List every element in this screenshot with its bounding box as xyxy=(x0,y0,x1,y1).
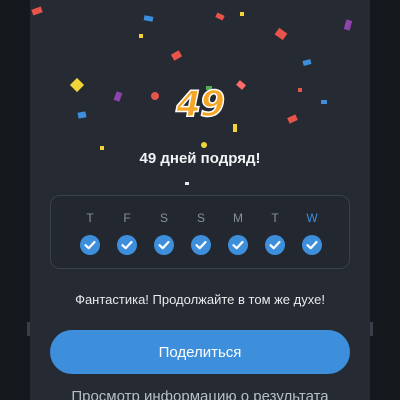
share-button[interactable]: Поделиться xyxy=(50,330,350,374)
confetti-piece xyxy=(139,34,143,38)
checkmark-icon xyxy=(154,235,174,255)
day-saturday: S xyxy=(149,196,179,270)
day-tuesday: T xyxy=(75,196,105,270)
streak-count: 49 xyxy=(175,83,226,126)
confetti-piece xyxy=(170,50,183,61)
confetti-piece xyxy=(302,59,312,66)
device-edge-right xyxy=(370,322,373,336)
day-label-current: W xyxy=(306,211,318,225)
confetti-piece xyxy=(185,182,189,185)
checkmark-icon xyxy=(117,235,137,255)
confetti-piece xyxy=(274,27,288,41)
checkmark-icon xyxy=(228,235,248,255)
day-monday: M xyxy=(223,196,253,270)
day-label: M xyxy=(233,211,243,225)
view-results-link[interactable]: Просмотр информацию о результата xyxy=(30,388,370,400)
confetti-piece xyxy=(343,19,353,31)
day-friday: F xyxy=(112,196,142,270)
day-label: T xyxy=(271,211,279,225)
streak-title: 49 дней подряд! xyxy=(139,150,261,167)
encouragement-message: Фантастика! Продолжайте в том же духе! xyxy=(75,292,325,307)
confetti-piece xyxy=(215,12,225,21)
confetti-piece xyxy=(233,124,237,132)
streak-celebration-screen: 49 49 дней подряд! T F S S M T W Фантаст… xyxy=(30,0,370,400)
day-label: S xyxy=(159,211,168,225)
checkmark-icon xyxy=(265,235,285,255)
confetti-piece xyxy=(240,12,244,16)
week-progress-card: T F S S M T W xyxy=(50,195,350,269)
day-label: T xyxy=(86,211,94,225)
day-sunday: S xyxy=(186,196,216,270)
checkmark-icon xyxy=(191,235,211,255)
day-label: S xyxy=(196,211,205,225)
confetti-piece xyxy=(31,6,43,16)
checkmark-icon xyxy=(80,235,100,255)
day-label: F xyxy=(123,211,131,225)
confetti-piece xyxy=(201,142,207,148)
day-tuesday-2: T xyxy=(260,196,290,270)
day-wednesday-current: W xyxy=(297,196,327,270)
confetti-piece xyxy=(143,15,154,22)
checkmark-icon xyxy=(302,235,322,255)
